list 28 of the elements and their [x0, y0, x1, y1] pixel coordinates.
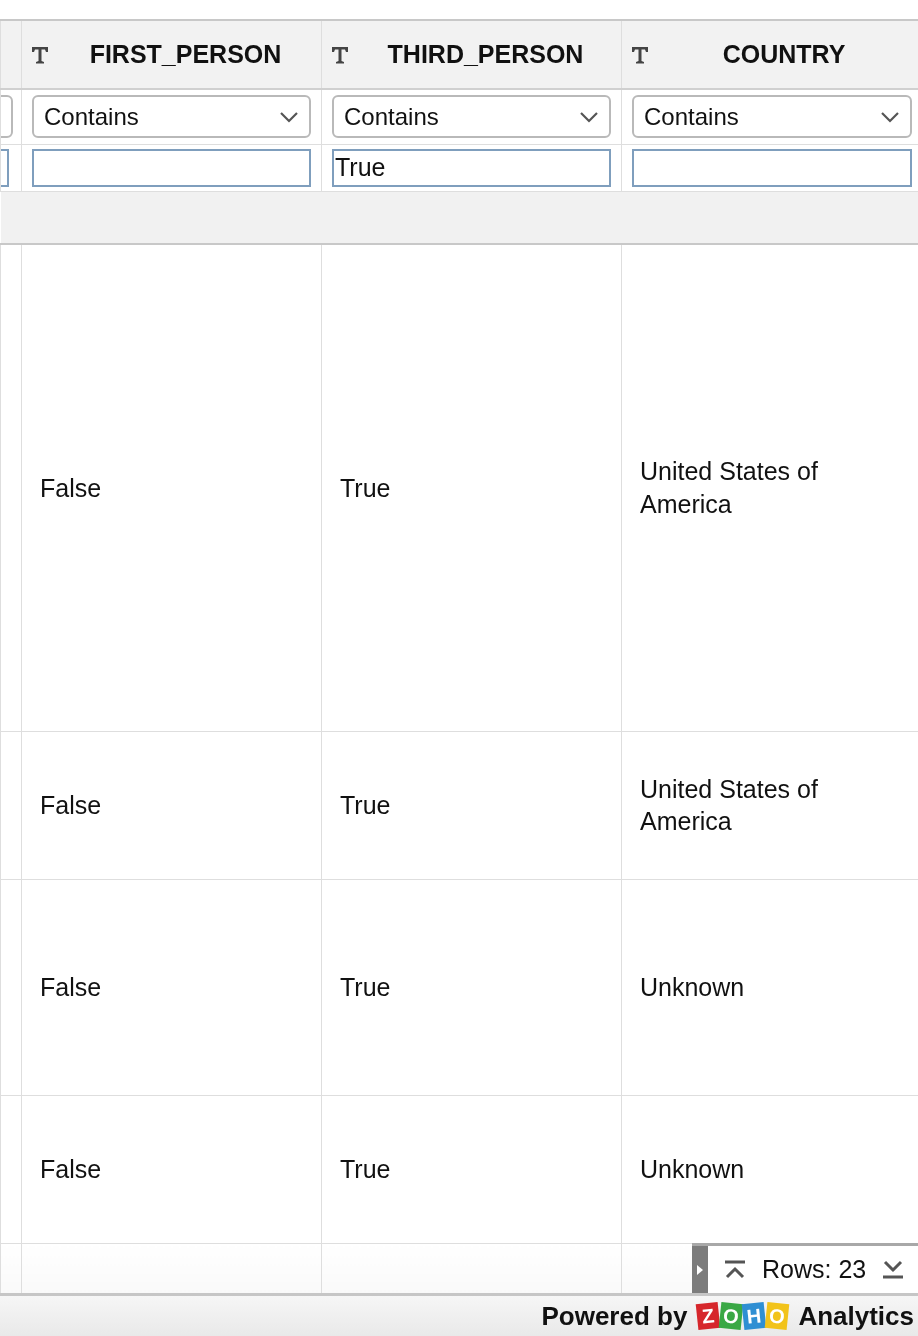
table-cell: True: [321, 879, 622, 1095]
filter-input[interactable]: [632, 148, 912, 187]
table-cell: False: [21, 244, 322, 731]
row-count: Rows: 23: [762, 1253, 867, 1285]
filter-input[interactable]: True: [332, 148, 611, 187]
text-type-icon: [330, 44, 350, 65]
text-type-icon: [30, 44, 50, 65]
first-page-button[interactable]: [724, 1259, 746, 1280]
product-name: Analytics: [798, 1299, 914, 1333]
table-cell: True: [321, 731, 622, 879]
filter-dropdown[interactable]: Contains: [632, 95, 912, 139]
powered-by-text: Powered by: [541, 1299, 688, 1333]
filter-input[interactable]: [32, 148, 311, 187]
text-type-icon: [630, 44, 650, 65]
chevron-down-icon: [279, 110, 299, 123]
table-cell: False: [21, 731, 322, 879]
zoho-logo[interactable]: Z O H O: [697, 1303, 789, 1329]
table-cell: False: [21, 1095, 322, 1243]
last-page-button[interactable]: [882, 1259, 905, 1280]
table-cell: False: [21, 879, 322, 1095]
chevron-down-icon: [880, 110, 900, 123]
chevron-down-icon: [579, 110, 599, 123]
filter-dropdown[interactable]: Contains: [32, 95, 311, 139]
collapse-toggle[interactable]: [692, 1246, 708, 1293]
table-cell: True: [321, 1095, 622, 1243]
filter-dropdown[interactable]: Contains: [332, 95, 611, 139]
triangle-right-icon: [697, 1264, 703, 1275]
table-cell: True: [321, 244, 622, 731]
